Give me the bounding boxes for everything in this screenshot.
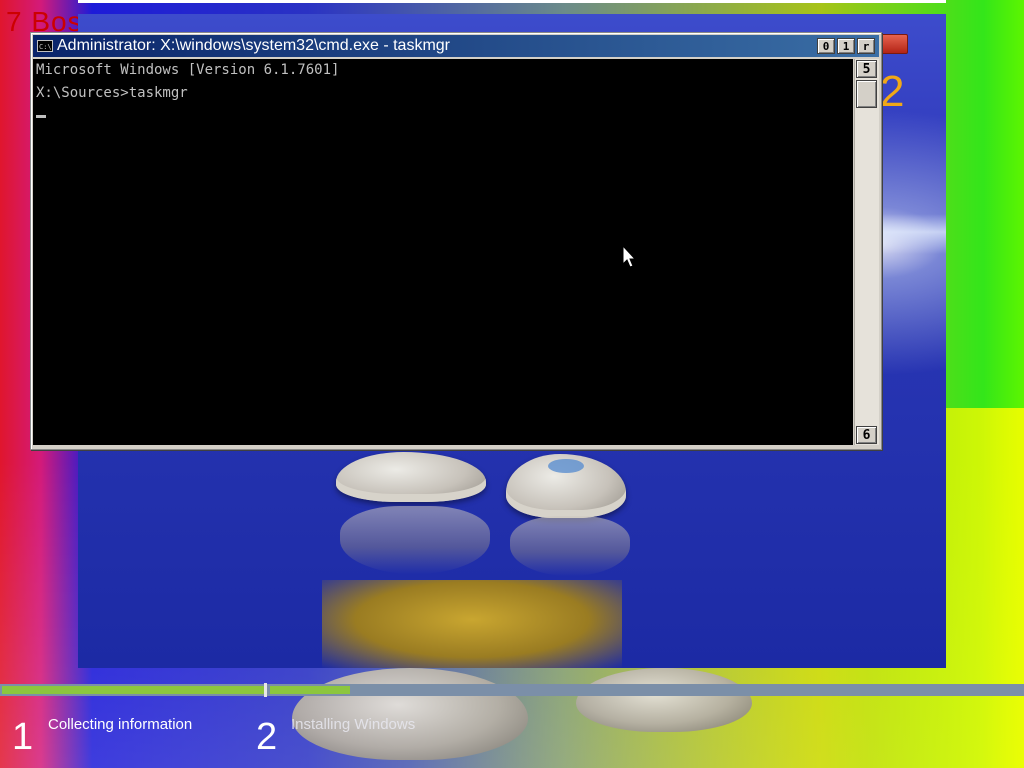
- step-1-label: Collecting information: [48, 716, 193, 733]
- progress-step-divider: [264, 683, 267, 697]
- left-shoe-reflection: [340, 506, 490, 574]
- step-2-label: Installing Windows: [291, 716, 416, 733]
- bottom-left-shoe: [292, 668, 528, 760]
- console-line: X:\Sources>taskmgr: [36, 85, 188, 101]
- cmd-window[interactable]: C:\ Administrator: X:\windows\system32\c…: [30, 32, 882, 450]
- right-shoe-reflection: [510, 516, 630, 576]
- cmd-titlebar[interactable]: C:\ Administrator: X:\windows\system32\c…: [33, 35, 879, 57]
- console-output[interactable]: Microsoft Windows [Version 6.1.7601] X:\S…: [33, 59, 853, 445]
- background-digit: 2: [880, 67, 905, 116]
- step2-progress-fill: [270, 686, 350, 694]
- scroll-up-button[interactable]: 5: [856, 60, 877, 78]
- floor-reflection: [322, 580, 622, 668]
- scroll-thumb[interactable]: [856, 80, 877, 108]
- minimize-button[interactable]: 0: [817, 38, 835, 54]
- bottom-right-shoe: [576, 668, 752, 732]
- step-1-number: 1: [12, 716, 34, 758]
- window-controls: 0 1 r: [817, 38, 875, 54]
- cmd-window-title: Administrator: X:\windows\system32\cmd.e…: [57, 37, 451, 54]
- console-line: Microsoft Windows [Version 6.1.7601]: [36, 62, 340, 78]
- step1-progress-fill: [2, 686, 264, 694]
- vertical-scrollbar[interactable]: 5 6: [854, 59, 879, 445]
- scroll-down-button[interactable]: 6: [856, 426, 877, 444]
- text-cursor: [36, 114, 46, 118]
- right-shoe: [506, 454, 626, 518]
- close-button[interactable]: r: [857, 38, 875, 54]
- maximize-button[interactable]: 1: [837, 38, 855, 54]
- step-2-number: 2: [256, 716, 278, 758]
- console-cursor-line: [36, 105, 853, 128]
- mouse-pointer-icon: [622, 245, 637, 268]
- left-shoe: [336, 452, 486, 502]
- background-close-button: [880, 34, 908, 54]
- cmd-icon[interactable]: C:\: [37, 40, 53, 52]
- top-white-stripe: [78, 0, 946, 3]
